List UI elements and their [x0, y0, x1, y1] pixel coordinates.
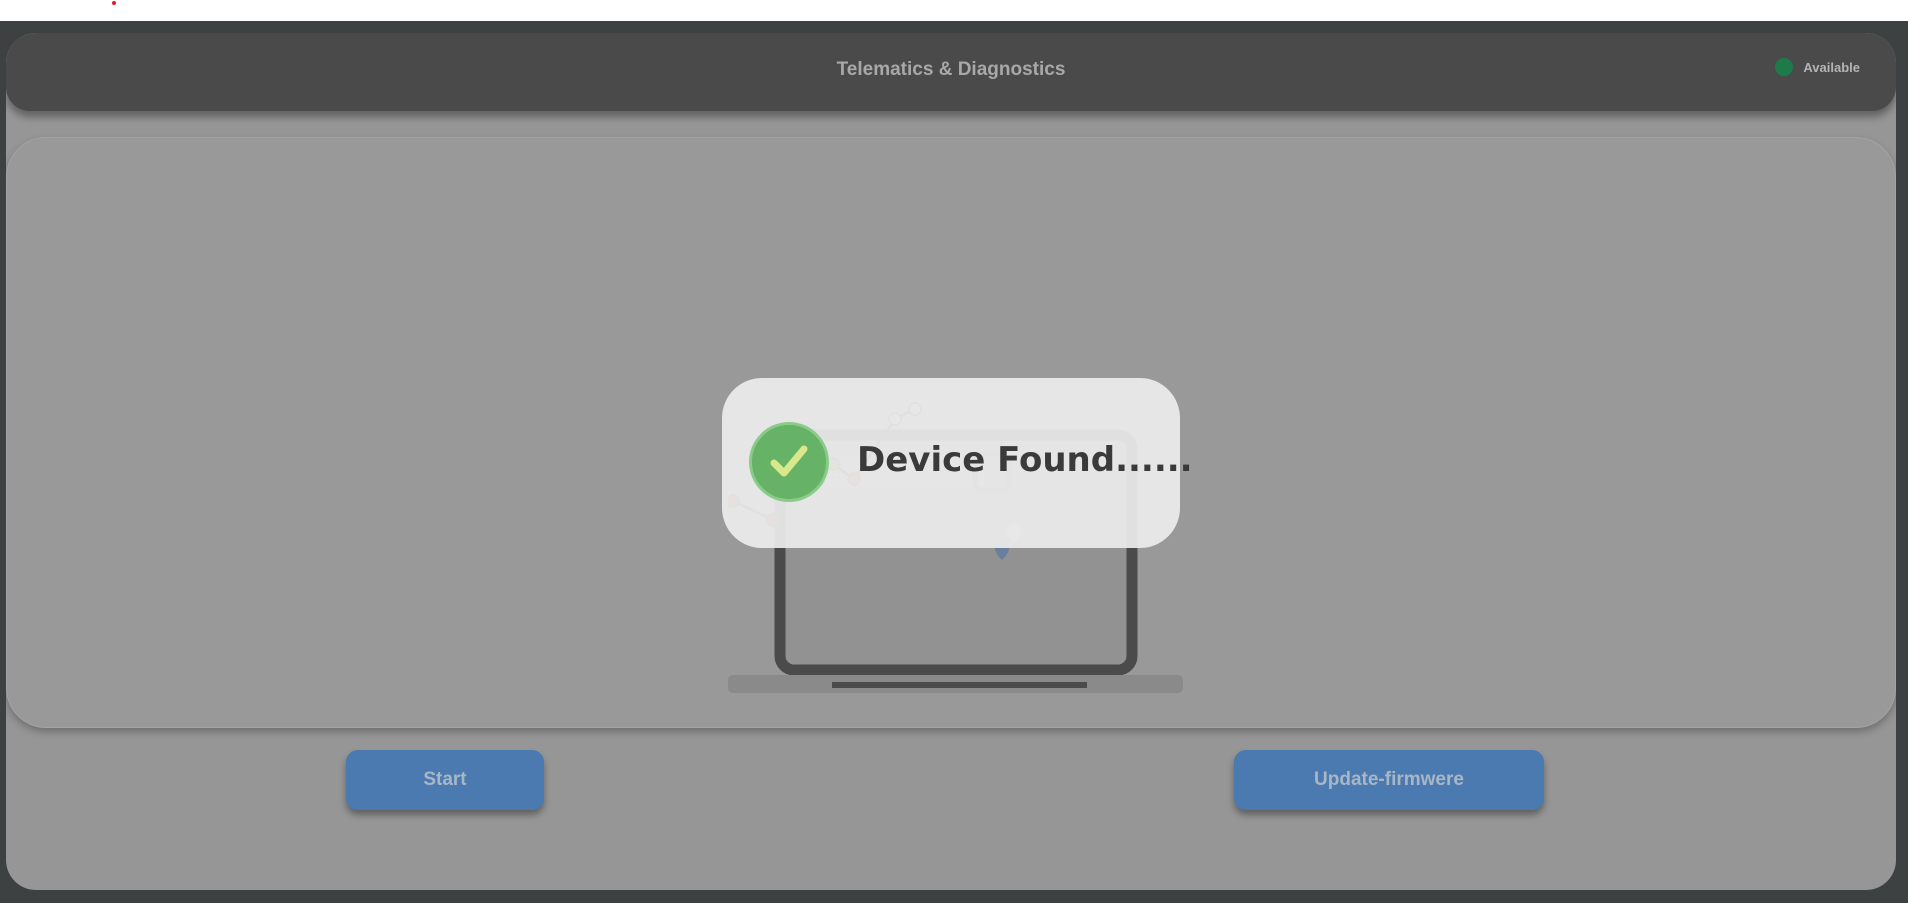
app-header: Telematics & Diagnostics Available [6, 33, 1896, 111]
status-label: Available [1803, 59, 1860, 75]
start-button[interactable]: Start [346, 750, 544, 810]
page: Telematics & Diagnostics Available arch … [0, 0, 1908, 903]
connection-status: Available [1775, 58, 1860, 76]
toast-message: Device Found...... [857, 440, 1193, 480]
laptop-slot-icon [832, 682, 1087, 688]
page-title: Telematics & Diagnostics [836, 59, 1066, 80]
device-found-toast: Device Found...... [722, 378, 1193, 548]
status-indicator-icon [1775, 58, 1794, 76]
check-circle-icon [749, 422, 829, 502]
cursor-marker [112, 1, 116, 5]
update-firmware-button[interactable]: Update-firmwere [1234, 750, 1544, 810]
check-icon [770, 445, 808, 477]
